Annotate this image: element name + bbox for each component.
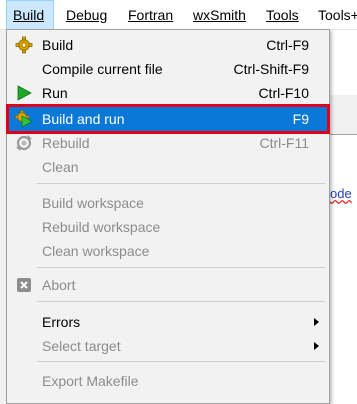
menu-separator (37, 301, 325, 302)
menu-item-label: Compile current file (42, 61, 163, 77)
menu-item-shortcut: Ctrl-F10 (258, 85, 309, 101)
menu-fortran[interactable]: Fortran (128, 0, 173, 30)
menu-item-label: Run (42, 85, 68, 101)
gear-play-icon (15, 110, 33, 128)
menu-separator (37, 361, 325, 362)
menu-item-clean-workspace[interactable]: Clean workspace (9, 239, 327, 263)
menu-item-label: Export Makefile (42, 373, 139, 389)
menu-separator (37, 267, 325, 268)
build-dropdown-menu: Build Ctrl-F9 Compile current file Ctrl-… (6, 29, 330, 404)
abort-icon (15, 276, 33, 294)
menu-item-export-makefile[interactable]: Export Makefile (9, 369, 327, 393)
gear-icon (15, 36, 33, 54)
menu-item-select-target[interactable]: Select target (9, 334, 327, 358)
menu-item-abort[interactable]: Abort (9, 273, 327, 297)
menu-separator (37, 183, 325, 184)
menu-item-rebuild-workspace[interactable]: Rebuild workspace (9, 215, 327, 239)
menu-item-build-and-run[interactable]: Build and run F9 (6, 104, 330, 134)
submenu-arrow-icon (314, 318, 319, 326)
menu-tools-plus[interactable]: Tools+ (318, 0, 357, 30)
menu-item-errors[interactable]: Errors (9, 310, 327, 334)
menu-item-compile-current-file[interactable]: Compile current file Ctrl-Shift-F9 (9, 57, 327, 81)
menu-item-label: Rebuild (42, 135, 90, 151)
menu-item-rebuild[interactable]: Rebuild Ctrl-F11 (9, 131, 327, 155)
play-icon (15, 84, 33, 102)
menu-item-build-workspace[interactable]: Build workspace (9, 191, 327, 215)
menu-item-shortcut: F9 (292, 111, 309, 127)
submenu-arrow-icon (314, 342, 319, 350)
menu-build[interactable]: Build (6, 0, 54, 30)
menu-bar: Build Debug Fortran wxSmith Tools Tools+ (0, 0, 357, 30)
menu-item-label: Errors (42, 314, 81, 330)
menu-tools[interactable]: Tools (266, 0, 299, 30)
menu-item-clean[interactable]: Clean (9, 155, 327, 179)
menu-wxsmith[interactable]: wxSmith (193, 0, 246, 30)
menu-item-label: Build (42, 37, 74, 53)
menu-item-shortcut: Ctrl-F9 (266, 37, 309, 53)
menu-item-label: Rebuild workspace (42, 219, 161, 235)
menu-item-shortcut: Ctrl-Shift-F9 (233, 61, 309, 77)
menu-item-label: Clean (42, 159, 79, 175)
menu-item-label: Abort (42, 277, 76, 293)
menu-item-shortcut: Ctrl-F11 (259, 135, 309, 151)
menu-item-label: Build and run (42, 111, 125, 127)
menu-item-label: Clean workspace (42, 243, 150, 259)
menu-item-build[interactable]: Build Ctrl-F9 (9, 33, 327, 57)
menu-item-label: Build workspace (42, 195, 144, 211)
editor-code-fragment: ode (330, 186, 352, 201)
menu-item-label: Select target (42, 338, 121, 354)
rebuild-icon (15, 134, 33, 152)
menu-item-run[interactable]: Run Ctrl-F10 (9, 81, 327, 105)
menu-debug[interactable]: Debug (66, 0, 107, 30)
